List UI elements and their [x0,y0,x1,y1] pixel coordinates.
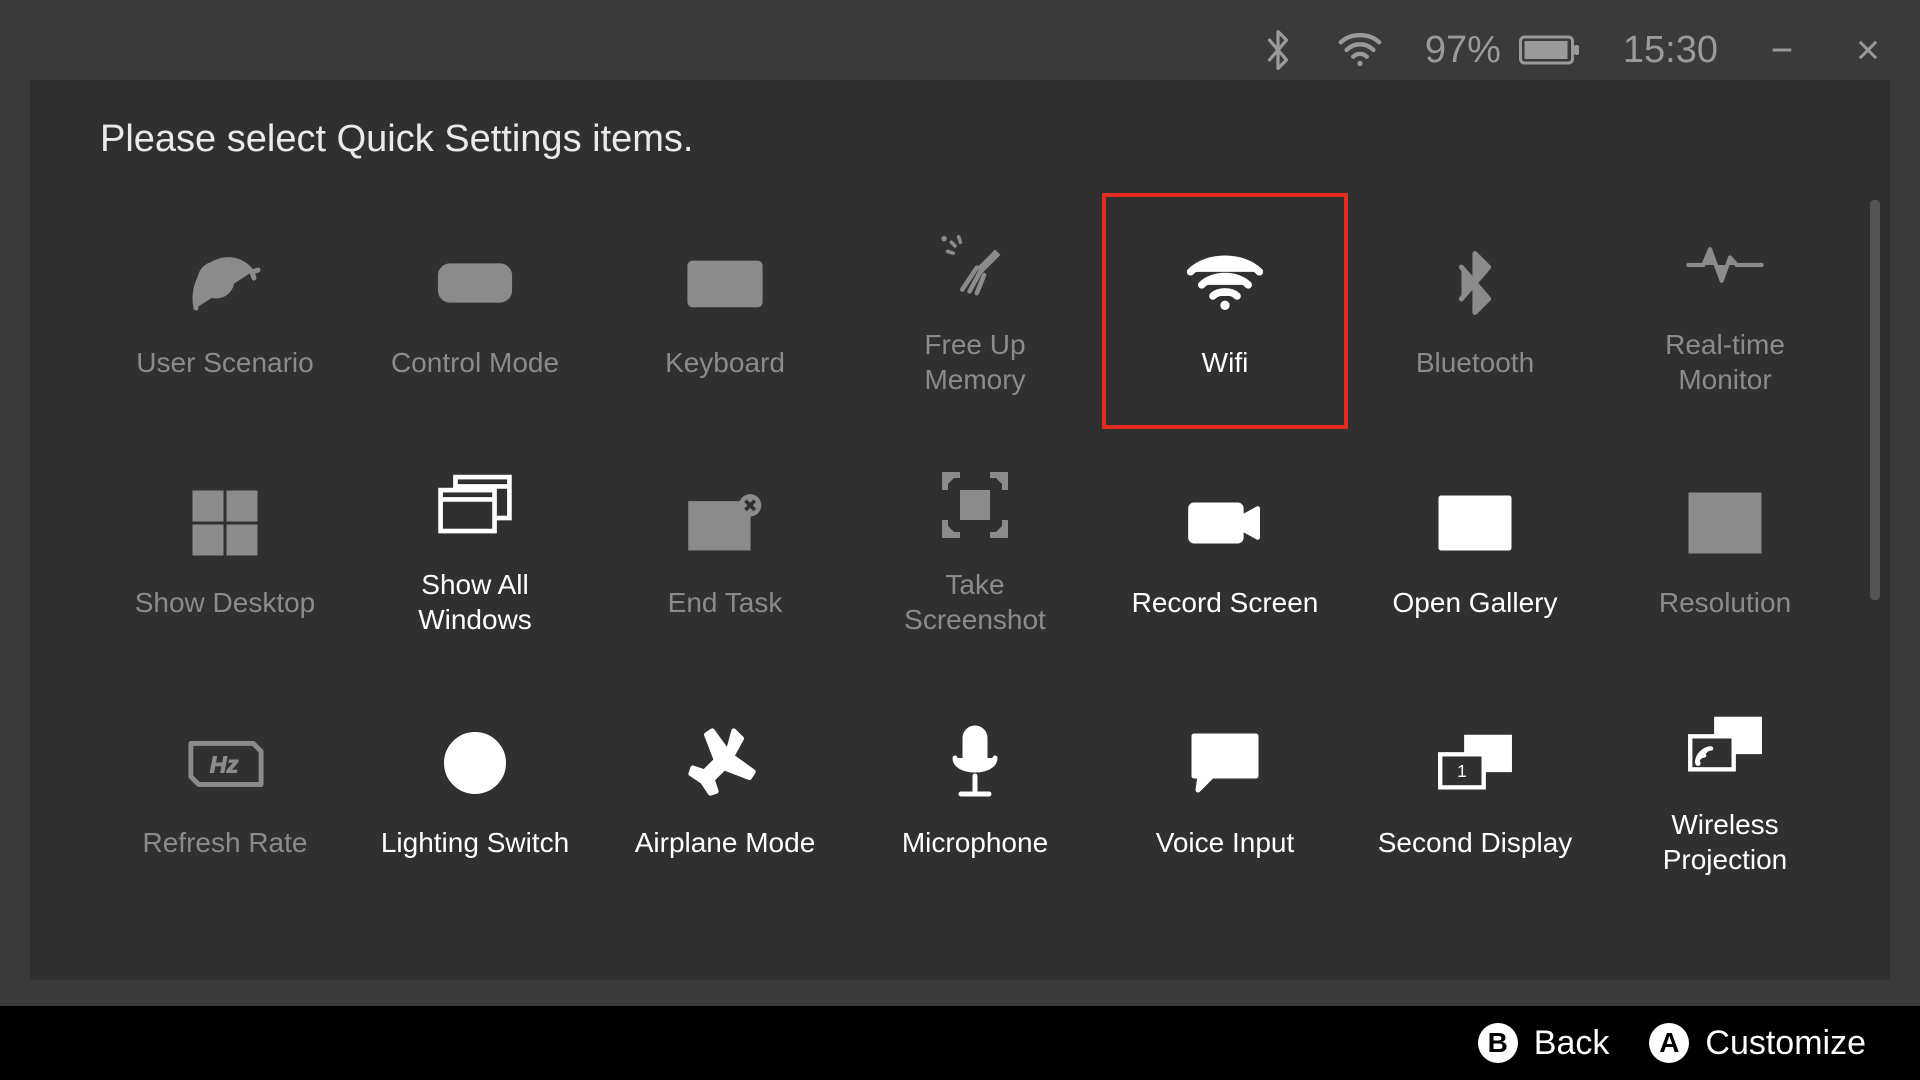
bluetooth-tile-icon [1435,243,1515,323]
tile-label: Free Up Memory [875,327,1075,397]
tile-second-display[interactable]: 2 1 Second Display [1352,673,1598,909]
tile-label: Wifi [1202,345,1249,380]
tile-bluetooth[interactable]: Bluetooth [1352,193,1598,429]
tile-show-desktop[interactable]: Show Desktop [102,433,348,669]
tile-label: Voice Input [1156,825,1295,860]
airplane-mode-icon [685,723,765,803]
tile-label: Airplane Mode [635,825,816,860]
tile-user-scenario[interactable]: AI User Scenario [102,193,348,429]
tile-label: Record Screen [1132,585,1319,620]
panel-title: Please select Quick Settings items. [100,118,1850,161]
tile-lighting-switch[interactable]: Lighting Switch [352,673,598,909]
cmd-customize-label: Customize [1705,1024,1866,1063]
battery-indicator: 97% [1425,29,1581,72]
tile-wifi[interactable]: Wifi [1102,193,1348,429]
tile-refresh-rate[interactable]: Hz Refresh Rate [102,673,348,909]
tile-label: Open Gallery [1393,585,1558,620]
tile-voice-input[interactable]: Voice Input [1102,673,1348,909]
voice-input-icon [1185,723,1265,803]
b-button-glyph: B [1478,1023,1518,1063]
tile-end-task[interactable]: End Task [602,433,848,669]
user-scenario-icon: AI [185,243,265,323]
real-time-monitor-icon [1685,225,1765,305]
tile-open-gallery[interactable]: Open Gallery [1352,433,1598,669]
wifi-icon [1185,243,1265,323]
second-display-icon: 2 1 [1435,723,1515,803]
show-desktop-icon [185,483,265,563]
tile-label: Real-time Monitor [1625,327,1825,397]
tile-label: End Task [668,585,783,620]
command-bar: B Back A Customize [0,1006,1920,1080]
tile-label: Wireless Projection [1625,807,1825,877]
tile-label: Control Mode [391,345,559,380]
tile-keyboard[interactable]: Keyboard [602,193,848,429]
battery-icon [1519,34,1581,66]
tile-label: Bluetooth [1416,345,1534,380]
wireless-projection-icon [1685,705,1765,785]
tile-label: Take Screenshot [875,567,1075,637]
a-button-glyph: A [1649,1023,1689,1063]
minimize-button[interactable] [1760,28,1804,72]
clock-text: 15:30 [1623,29,1718,72]
end-task-icon [685,483,765,563]
cmd-back[interactable]: B Back [1478,1023,1610,1063]
microphone-icon [935,723,1015,803]
tile-label: Resolution [1659,585,1791,620]
record-screen-icon [1185,483,1265,563]
quick-settings-panel: Please select Quick Settings items. AI U… [30,80,1890,980]
tile-wireless-projection[interactable]: Wireless Projection [1602,673,1848,909]
tile-microphone[interactable]: Microphone [852,673,1098,909]
tile-free-up-memory[interactable]: Free Up Memory [852,193,1098,429]
scrollbar[interactable] [1870,200,1880,840]
bluetooth-icon [1261,27,1295,73]
cmd-back-label: Back [1534,1024,1610,1063]
free-up-memory-icon [935,225,1015,305]
open-gallery-icon [1435,483,1515,563]
control-mode-icon [435,243,515,323]
scrollbar-thumb[interactable] [1870,200,1880,600]
tile-label: Microphone [902,825,1048,860]
battery-percent-text: 97% [1425,29,1501,72]
tile-label: Refresh Rate [143,825,308,860]
tile-real-time-monitor[interactable]: Real-time Monitor [1602,193,1848,429]
tile-grid: AI User Scenario Control Mode [100,191,1850,963]
refresh-rate-icon: Hz [185,723,265,803]
lighting-switch-icon [435,723,515,803]
resolution-icon [1685,483,1765,563]
tile-resolution[interactable]: Resolution [1602,433,1848,669]
close-button[interactable] [1846,28,1890,72]
tile-record-screen[interactable]: Record Screen [1102,433,1348,669]
svg-text:1: 1 [1457,760,1467,780]
tile-label: Lighting Switch [381,825,569,860]
tile-label: User Scenario [136,345,313,380]
keyboard-icon [685,243,765,323]
show-all-windows-icon [435,465,515,545]
tile-show-all-windows[interactable]: Show All Windows [352,433,598,669]
tile-label: Show All Windows [375,567,575,637]
cmd-customize[interactable]: A Customize [1649,1023,1866,1063]
wifi-status-icon [1337,32,1383,68]
tile-control-mode[interactable]: Control Mode [352,193,598,429]
tile-airplane-mode[interactable]: Airplane Mode [602,673,848,909]
tile-label: Keyboard [665,345,785,380]
tile-label: Show Desktop [135,585,316,620]
take-screenshot-icon [935,465,1015,545]
tile-label: Second Display [1378,825,1573,860]
svg-text:AI: AI [207,270,226,292]
svg-text:Hz: Hz [210,751,239,777]
tile-take-screenshot[interactable]: Take Screenshot [852,433,1098,669]
